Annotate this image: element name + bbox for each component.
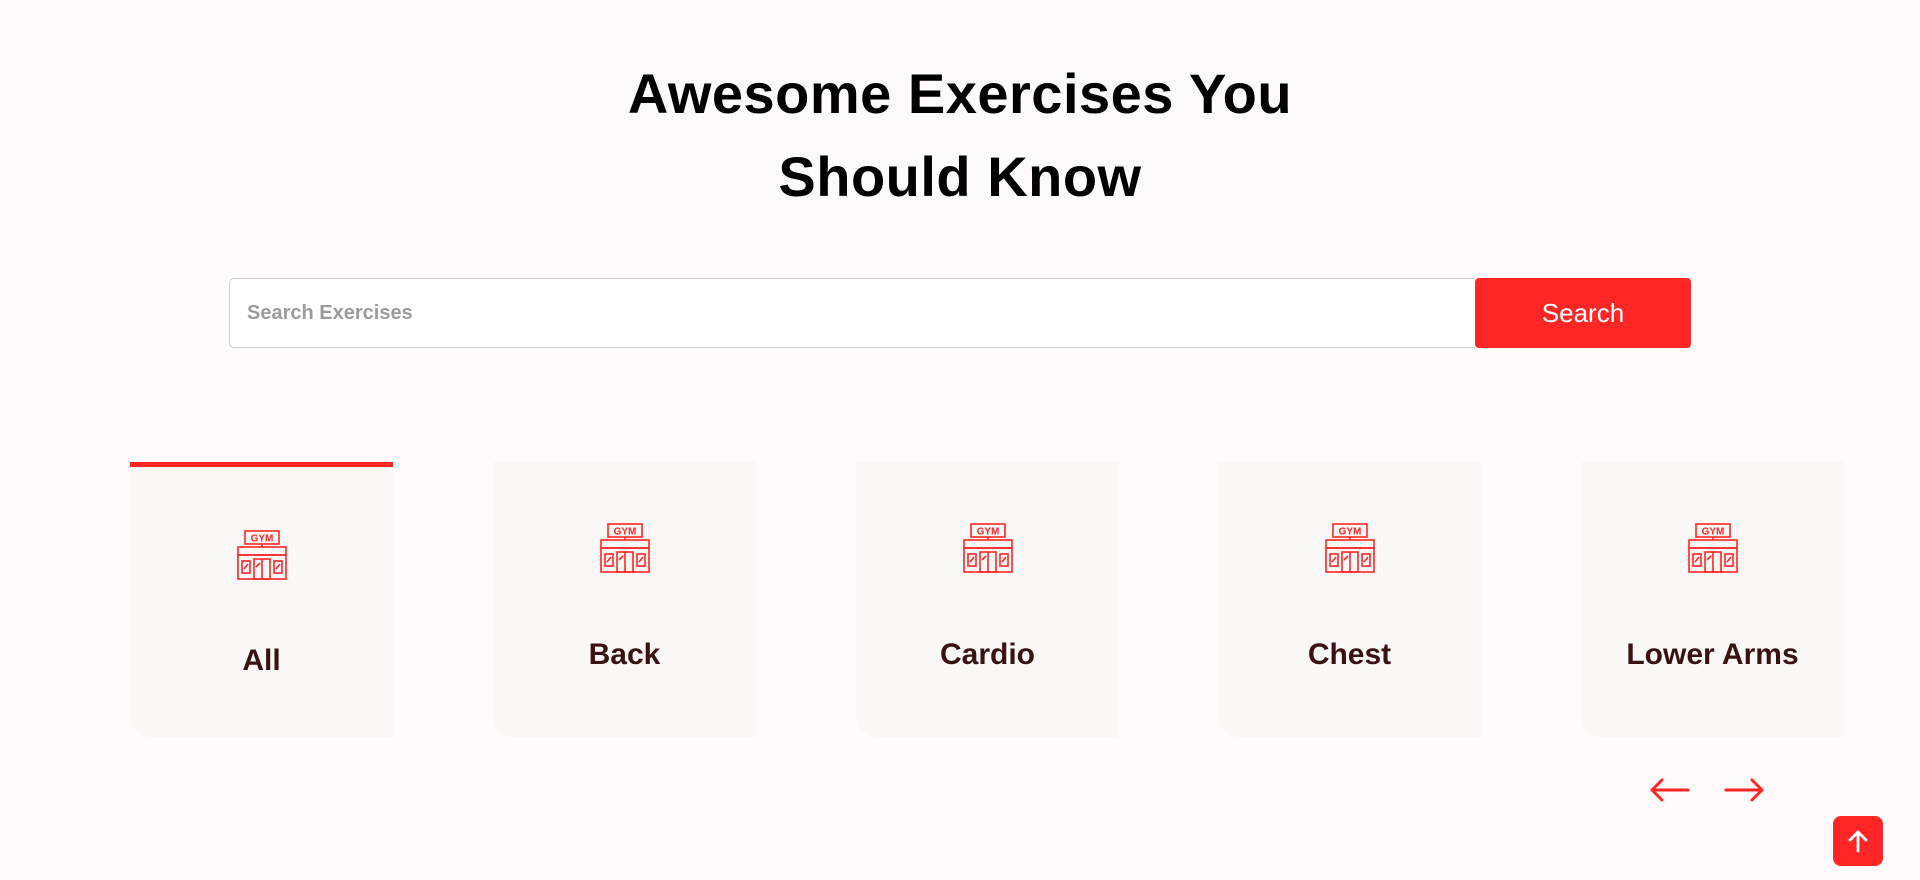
arrow-right-icon[interactable] [1722,772,1766,808]
arrow-up-icon [1848,830,1868,853]
category-card-chest[interactable]: Chest [1218,462,1481,737]
scroll-to-top-button[interactable] [1833,816,1883,866]
page-title-line-2: Should Know [778,145,1142,208]
gym-icon [962,522,1014,574]
search-bar: Search [229,278,1691,348]
category-label: Cardio [939,638,1035,671]
search-button[interactable]: Search [1475,278,1691,348]
gym-icon [599,522,651,574]
category-card-lower-arms[interactable]: Lower Arms [1581,462,1844,737]
category-card-back[interactable]: Back [493,462,756,737]
page-title-line-1: Awesome Exercises You [627,62,1293,125]
body-part-carousel: All Back Cardio Chest Lower Arms [0,462,1920,742]
gym-icon [1687,522,1739,574]
exercises-section: Awesome Exercises You Should Know Search… [0,0,1920,880]
category-label: Back [588,638,661,671]
category-label: All [242,644,281,677]
search-input[interactable] [229,278,1475,348]
page-title: Awesome Exercises You Should Know [0,52,1920,218]
arrow-left-icon[interactable] [1648,772,1692,808]
category-label: Lower Arms [1626,638,1799,671]
category-card-all[interactable]: All [130,462,393,737]
gym-icon [236,529,288,581]
gym-icon [1324,522,1376,574]
category-card-cardio[interactable]: Cardio [856,462,1119,737]
category-label: Chest [1307,638,1392,671]
